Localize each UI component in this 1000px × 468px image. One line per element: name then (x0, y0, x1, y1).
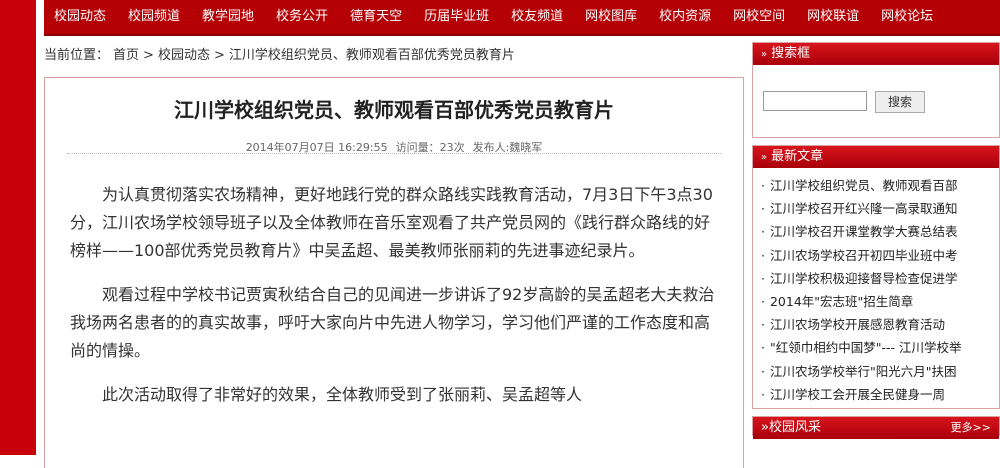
bullet-icon: · (761, 178, 765, 193)
nav-item[interactable]: 校园频道 (117, 0, 191, 34)
nav-item[interactable]: 校园动态 (44, 0, 117, 34)
nav-item[interactable]: 网校论坛 (870, 0, 944, 34)
photo-box-header: »校园风采 更多>> (753, 417, 999, 439)
search-row: 搜索 (753, 65, 999, 137)
divider (67, 153, 721, 154)
latest-article-item[interactable]: · "红领巾相约中国梦"--- 江川学校举 (761, 336, 999, 359)
photo-box-title: 校园风采 (768, 420, 821, 435)
photo-box: »校园风采 更多>> (752, 416, 1000, 439)
search-button[interactable]: 搜索 (875, 91, 926, 113)
search-box-title: 搜索框 (771, 46, 811, 61)
article-paragraph: 为认真贯彻落实农场精神，更好地践行党的群众路线实践教育活动，7月3日下午3点30… (70, 185, 713, 260)
latest-article-link[interactable]: 江川农场学校召开初四毕业班中考 (770, 248, 958, 263)
latest-article-link[interactable]: "红领巾相约中国梦"--- 江川学校举 (770, 340, 962, 355)
nav-item[interactable]: 德育天空 (339, 0, 413, 34)
latest-article-link[interactable]: 江川学校工会开展全民健身一周 (770, 387, 945, 402)
search-box-header: » 搜索框 (753, 43, 999, 65)
double-chevron-icon: » (761, 49, 768, 60)
sidebar: » 搜索框 搜索 » 最新文章 · 江川学校组织党员、教师观看百部 · 江川学校召开红兴隆… (752, 42, 1000, 443)
latest-article-link[interactable]: 江川学校召开课堂教学大赛总结表 (770, 224, 958, 239)
nav-item[interactable]: 教学园地 (191, 0, 265, 34)
bullet-icon: · (761, 224, 765, 240)
article-body: 为认真贯彻落实农场精神，更好地践行党的群众路线实践教育活动，7月3日下午3点30… (70, 181, 720, 425)
latest-articles-header: » 最新文章 (753, 146, 999, 168)
nav-item[interactable]: 校友频道 (500, 0, 574, 34)
article-title: 江川学校组织党员、教师观看百部优秀党员教育片 (174, 98, 614, 122)
left-decor-strip (0, 0, 36, 455)
article-paragraph: 观看过程中学校书记贾寅秋结合自己的见闻进一步讲诉了92岁高龄的吴孟超老大夫救治我… (70, 285, 715, 360)
bullet-icon: · (761, 294, 765, 310)
bullet-icon: · (761, 201, 765, 217)
search-box: » 搜索框 搜索 (752, 42, 1000, 138)
latest-articles-list: · 江川学校组织党员、教师观看百部 · 江川学校召开红兴隆一高录取通知 · 江川学校召开课… (753, 168, 999, 406)
breadcrumb-sep: > (213, 48, 225, 63)
latest-article-item[interactable]: · 江川农场学校举行"阳光六月"扶困 (761, 360, 999, 383)
bullet-icon: · (761, 363, 765, 379)
bullet-icon: · (761, 247, 765, 263)
latest-article-link[interactable]: 江川农场学校开展感恩教育活动 (770, 317, 945, 332)
article-panel: 江川学校组织党员、教师观看百部优秀党员教育片 2014年07月07日 16:29… (44, 77, 744, 468)
bullet-icon: · (761, 317, 765, 333)
latest-article-link[interactable]: 2014年"宏志班"招生简章 (770, 294, 913, 309)
nav-item[interactable]: 校务公开 (265, 0, 339, 34)
breadcrumb-sep: > (143, 48, 154, 63)
latest-article-link[interactable]: 江川农场学校举行"阳光六月"扶困 (770, 364, 957, 379)
latest-article-item[interactable]: · 江川学校积极迎接督导检查促进学 (761, 267, 999, 290)
breadcrumb: 当前位置： 首页 > 校园动态 > 江川学校组织党员、教师观看百部优秀党员教育片 (44, 44, 519, 63)
nav-item[interactable]: 网校图库 (574, 0, 648, 34)
double-chevron-icon: » (761, 420, 769, 435)
article-paragraph: 此次活动取得了非常好的效果，全体教师受到了张丽莉、吴孟超等人 (102, 385, 583, 404)
latest-article-link[interactable]: 江川学校组织党员、教师观看百部 (770, 178, 958, 193)
latest-articles-box: » 最新文章 · 江川学校组织党员、教师观看百部 · 江川学校召开红兴隆一高录取通知 · 江… (752, 145, 1000, 409)
breadcrumb-section[interactable]: 校园动态 (158, 48, 210, 63)
double-chevron-icon: » (761, 152, 768, 163)
nav-item[interactable]: 校内资源 (648, 0, 722, 34)
nav-item[interactable]: 历届毕业班 (413, 0, 500, 34)
breadcrumb-current: 江川学校组织党员、教师观看百部优秀党员教育片 (228, 48, 515, 63)
top-nav: 校园动态 校园频道 教学园地 校务公开 德育天空 历届毕业班 校友频道 网校图库 校内资源 网校空… (44, 0, 1000, 36)
more-link[interactable]: 更多>> (951, 417, 991, 439)
bullet-icon: · (761, 340, 765, 356)
latest-articles-title: 最新文章 (771, 149, 824, 164)
latest-article-item[interactable]: · 江川学校组织党员、教师观看百部 (761, 174, 999, 197)
nav-item[interactable]: 网校空间 (722, 0, 796, 34)
latest-article-item[interactable]: · 江川学校召开课堂教学大赛总结表 (761, 220, 999, 243)
latest-article-item[interactable]: · 江川学校召开红兴隆一高录取通知 (761, 197, 999, 220)
breadcrumb-home[interactable]: 首页 (113, 48, 139, 63)
search-input[interactable] (763, 91, 867, 111)
latest-article-item[interactable]: · 江川农场学校开展感恩教育活动 (761, 313, 999, 336)
bullet-icon: · (761, 386, 765, 402)
latest-article-link[interactable]: 江川学校积极迎接督导检查促进学 (770, 271, 958, 286)
bullet-icon: · (761, 270, 765, 286)
nav-item[interactable]: 网校联谊 (796, 0, 870, 34)
latest-article-item[interactable]: · 江川学校工会开展全民健身一周 (761, 383, 999, 406)
latest-article-item[interactable]: · 江川农场学校召开初四毕业班中考 (761, 244, 999, 267)
latest-article-item[interactable]: · 2014年"宏志班"招生简章 (761, 290, 999, 313)
breadcrumb-label: 当前位置： (44, 48, 110, 63)
latest-article-link[interactable]: 江川学校召开红兴隆一高录取通知 (770, 201, 958, 216)
